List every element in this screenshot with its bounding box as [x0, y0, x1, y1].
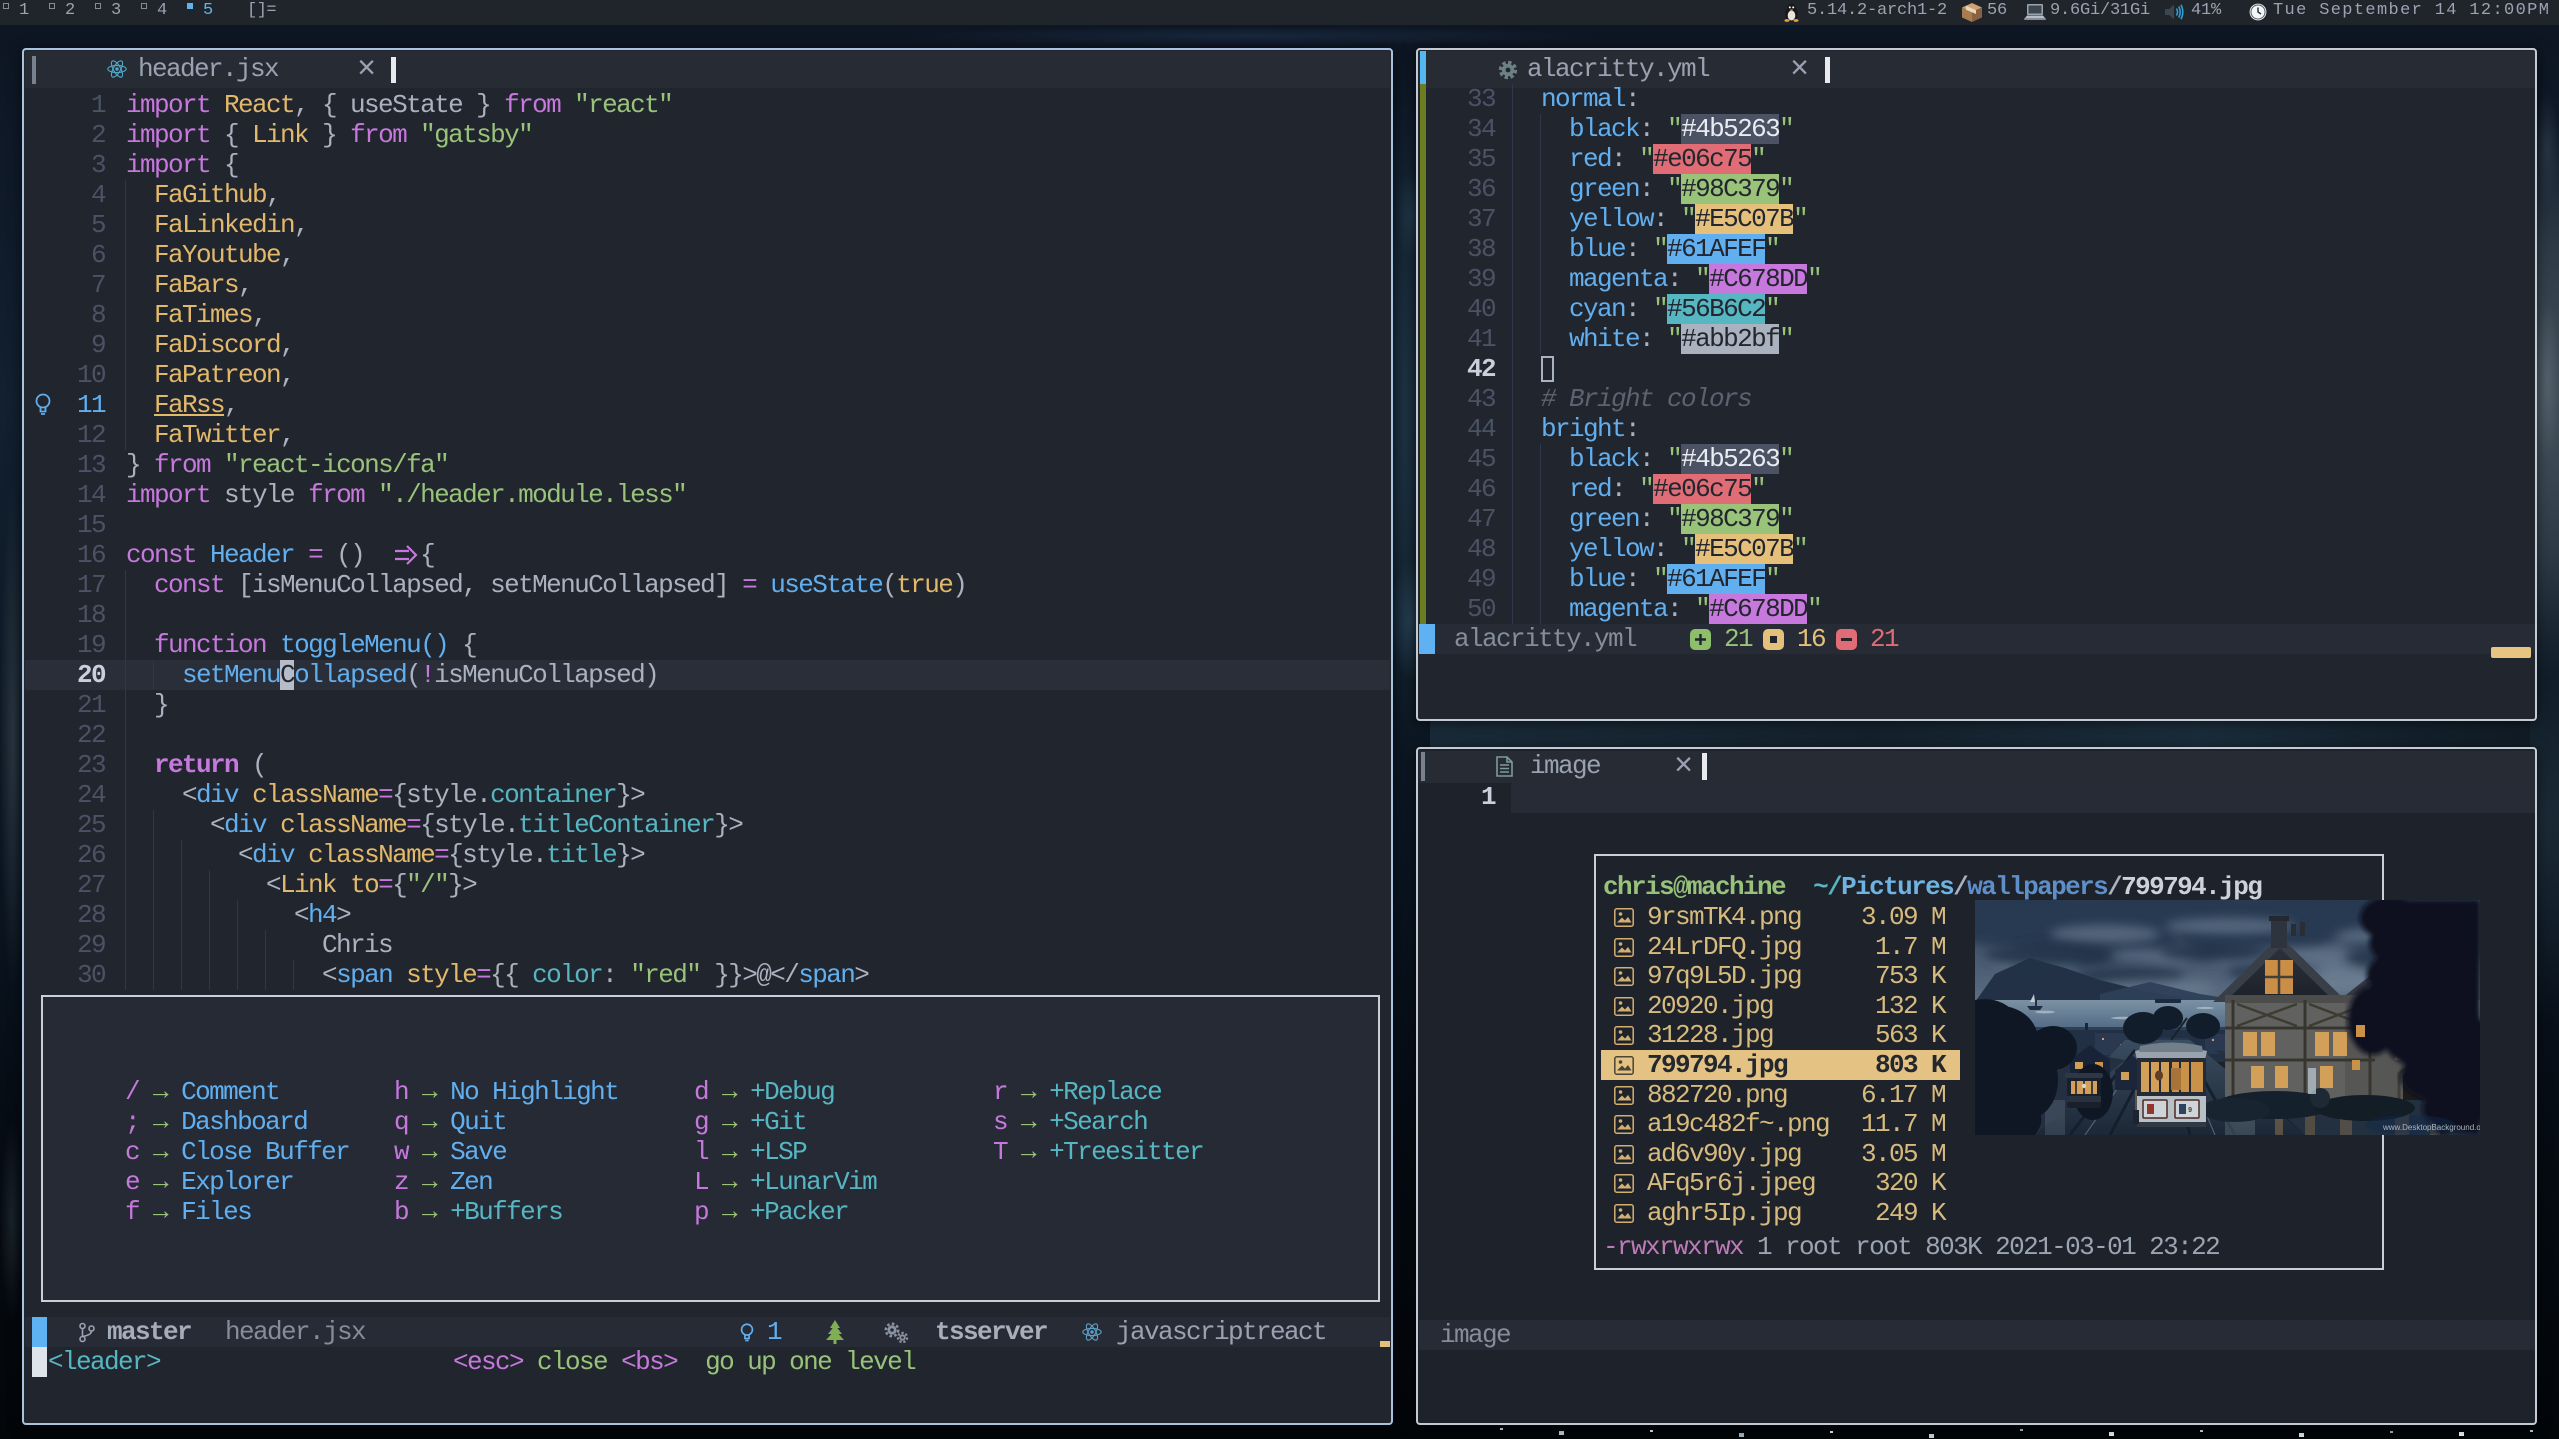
svg-text:www.DesktopBackground.org: www.DesktopBackground.org	[2382, 1123, 2480, 1132]
